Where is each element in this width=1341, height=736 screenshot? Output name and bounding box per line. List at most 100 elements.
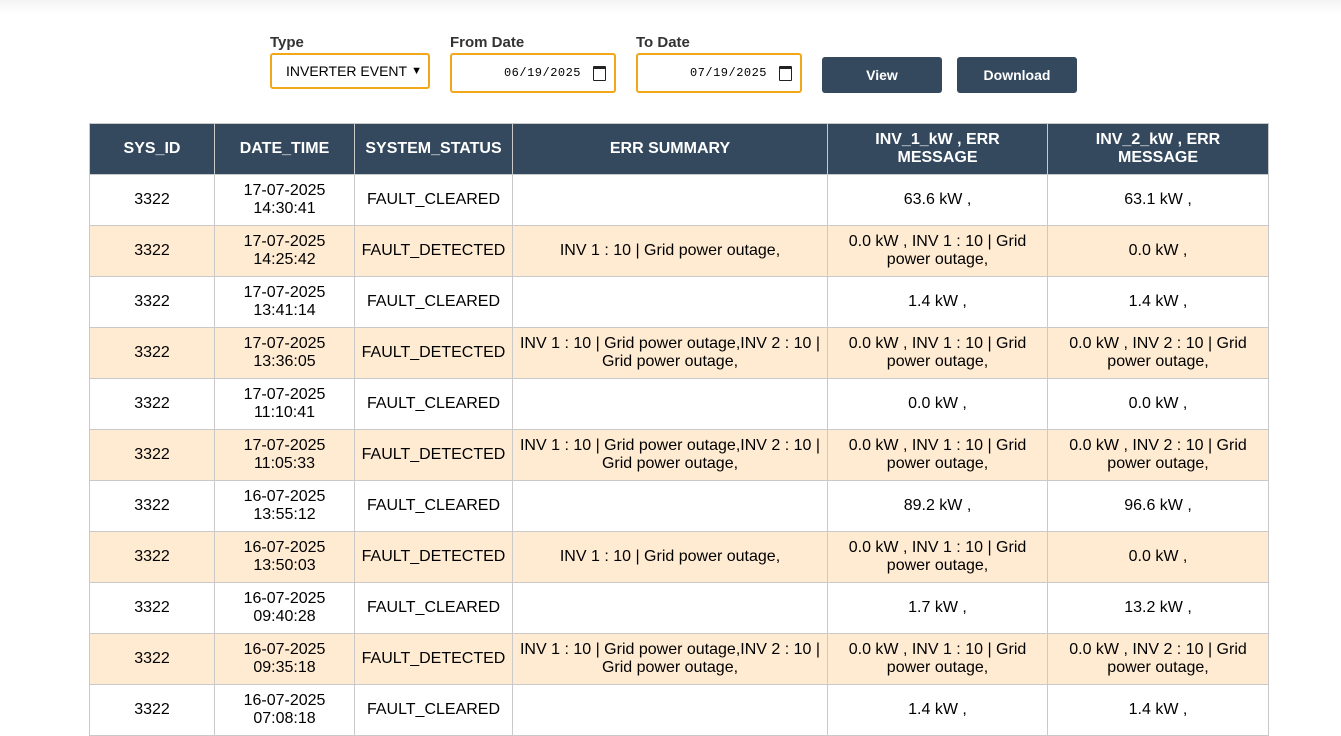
type-label: Type (270, 34, 304, 51)
to-date-value: 07/19/2025 (689, 66, 767, 80)
table-row[interactable]: 3322 17-07-2025 14:30:41 FAULT_CLEARED 63.6 … (89, 174, 1269, 226)
cell-inv1: 1.7 kW , (827, 582, 1048, 634)
cell-date: 17-07-2025 (243, 233, 326, 250)
cell-time: 11:10:41 (253, 404, 316, 421)
cell-date: 17-07-2025 (243, 182, 326, 199)
cell-date-time: 17-07-2025 11:10:41 (214, 378, 355, 430)
cell-sys-id: 3322 (89, 174, 215, 226)
table-row[interactable]: 3322 16-07-2025 09:35:18 FAULT_DETECTED INV … (89, 633, 1269, 685)
table-row[interactable]: 3322 17-07-2025 11:10:41 FAULT_CLEARED 0.0 k… (89, 378, 1269, 430)
cell-inv1: 0.0 kW , INV 1 : 10 | Grid power outage, (827, 225, 1048, 277)
header-sys-id[interactable]: SYS_ID (89, 123, 215, 175)
cell-inv1: 0.0 kW , INV 1 : 10 | Grid power outage, (827, 327, 1048, 379)
cell-date: 16-07-2025 (243, 590, 326, 607)
cell-inv2: 1.4 kW , (1047, 684, 1269, 736)
header-date-time[interactable]: DATE_TIME (214, 123, 355, 175)
header-err-summary[interactable]: ERR SUMMARY (512, 123, 828, 175)
table-row[interactable]: 3322 17-07-2025 14:25:42 FAULT_DETECTED INV … (89, 225, 1269, 277)
table-row[interactable]: 3322 17-07-2025 13:36:05 FAULT_DETECTED INV … (89, 327, 1269, 379)
cell-sys-id: 3322 (89, 327, 215, 379)
cell-inv2: 0.0 kW , INV 2 : 10 | Grid power outage, (1047, 633, 1269, 685)
cell-sys-id: 3322 (89, 225, 215, 277)
cell-inv2: 13.2 kW , (1047, 582, 1269, 634)
to-date-filter: To Date 07/19/2025 (636, 34, 802, 93)
cell-time: 09:40:28 (253, 608, 316, 625)
calendar-icon[interactable] (779, 65, 792, 81)
cell-err-summary: INV 1 : 10 | Grid power outage, (512, 225, 828, 277)
cell-err-summary: INV 1 : 10 | Grid power outage,INV 2 : 1… (512, 429, 828, 481)
header-inv1[interactable]: INV_1_kW , ERR MESSAGE (827, 123, 1048, 175)
cell-system-status: FAULT_DETECTED (354, 429, 513, 481)
from-date-filter: From Date 06/19/2025 (450, 34, 616, 93)
cell-time: 07:08:18 (253, 710, 316, 727)
cell-inv1: 0.0 kW , INV 1 : 10 | Grid power outage, (827, 633, 1048, 685)
cell-system-status: FAULT_DETECTED (354, 225, 513, 277)
cell-date-time: 17-07-2025 14:30:41 (214, 174, 355, 226)
table-row[interactable]: 3322 16-07-2025 13:55:12 FAULT_CLEARED 89.2 … (89, 480, 1269, 532)
cell-system-status: FAULT_CLEARED (354, 276, 513, 328)
cell-date: 17-07-2025 (243, 437, 326, 454)
cell-date-time: 17-07-2025 14:25:42 (214, 225, 355, 277)
cell-system-status: FAULT_DETECTED (354, 327, 513, 379)
top-shadow (0, 0, 1341, 14)
table-row[interactable]: 3322 17-07-2025 13:41:14 FAULT_CLEARED 1.4 k… (89, 276, 1269, 328)
table-row[interactable]: 3322 16-07-2025 13:50:03 FAULT_DETECTED INV … (89, 531, 1269, 583)
cell-time: 13:55:12 (253, 506, 316, 523)
table-row[interactable]: 3322 17-07-2025 11:05:33 FAULT_DETECTED INV … (89, 429, 1269, 481)
cell-err-summary (512, 378, 828, 430)
cell-inv1: 0.0 kW , (827, 378, 1048, 430)
cell-err-summary (512, 684, 828, 736)
cell-sys-id: 3322 (89, 684, 215, 736)
header-inv2[interactable]: INV_2_kW , ERR MESSAGE (1047, 123, 1269, 175)
cell-inv1: 1.4 kW , (827, 276, 1048, 328)
cell-time: 13:41:14 (253, 302, 316, 319)
cell-sys-id: 3322 (89, 276, 215, 328)
cell-date: 16-07-2025 (243, 641, 326, 658)
cell-date: 16-07-2025 (243, 539, 326, 556)
cell-date: 16-07-2025 (243, 692, 326, 709)
cell-err-summary (512, 582, 828, 634)
cell-date: 17-07-2025 (243, 386, 326, 403)
cell-inv2: 0.0 kW , (1047, 225, 1269, 277)
cell-system-status: FAULT_CLEARED (354, 582, 513, 634)
cell-inv2: 0.0 kW , (1047, 378, 1269, 430)
header-system-status[interactable]: SYSTEM_STATUS (354, 123, 513, 175)
from-date-value: 06/19/2025 (503, 66, 581, 80)
view-button[interactable]: View (822, 57, 942, 93)
cell-inv2: 0.0 kW , INV 2 : 10 | Grid power outage, (1047, 429, 1269, 481)
cell-system-status: FAULT_CLEARED (354, 684, 513, 736)
cell-date-time: 16-07-2025 07:08:18 (214, 684, 355, 736)
cell-sys-id: 3322 (89, 378, 215, 430)
cell-sys-id: 3322 (89, 429, 215, 481)
cell-date-time: 17-07-2025 13:41:14 (214, 276, 355, 328)
cell-err-summary (512, 174, 828, 226)
to-date-input[interactable]: 07/19/2025 (636, 53, 802, 93)
cell-inv1: 0.0 kW , INV 1 : 10 | Grid power outage, (827, 429, 1048, 481)
cell-err-summary: INV 1 : 10 | Grid power outage,INV 2 : 1… (512, 327, 828, 379)
to-date-label: To Date (636, 34, 690, 51)
type-select-value: INVERTER EVENT (286, 63, 408, 79)
cell-inv2: 96.6 kW , (1047, 480, 1269, 532)
cell-sys-id: 3322 (89, 633, 215, 685)
download-button[interactable]: Download (957, 57, 1077, 93)
cell-system-status: FAULT_CLEARED (354, 480, 513, 532)
table-row[interactable]: 3322 16-07-2025 07:08:18 FAULT_CLEARED 1.4 k… (89, 684, 1269, 736)
from-date-input[interactable]: 06/19/2025 (450, 53, 616, 93)
cell-date: 17-07-2025 (243, 284, 326, 301)
from-date-label: From Date (450, 34, 525, 51)
cell-date-time: 17-07-2025 13:36:05 (214, 327, 355, 379)
cell-time: 11:05:33 (253, 455, 316, 472)
cell-date-time: 16-07-2025 13:50:03 (214, 531, 355, 583)
cell-system-status: FAULT_DETECTED (354, 531, 513, 583)
type-select[interactable]: INVERTER EVENT ▼ (270, 53, 430, 89)
cell-sys-id: 3322 (89, 531, 215, 583)
inverter-event-table: SYS_ID DATE_TIME SYSTEM_STATUS ERR SUMMA… (89, 123, 1269, 736)
table-row[interactable]: 3322 16-07-2025 09:40:28 FAULT_CLEARED 1.7 k… (89, 582, 1269, 634)
table-header-row: SYS_ID DATE_TIME SYSTEM_STATUS ERR SUMMA… (89, 123, 1269, 175)
cell-time: 13:50:03 (253, 557, 316, 574)
cell-err-summary: INV 1 : 10 | Grid power outage,INV 2 : 1… (512, 633, 828, 685)
cell-date-time: 16-07-2025 09:35:18 (214, 633, 355, 685)
cell-inv2: 0.0 kW , (1047, 531, 1269, 583)
cell-err-summary (512, 480, 828, 532)
calendar-icon[interactable] (593, 65, 606, 81)
